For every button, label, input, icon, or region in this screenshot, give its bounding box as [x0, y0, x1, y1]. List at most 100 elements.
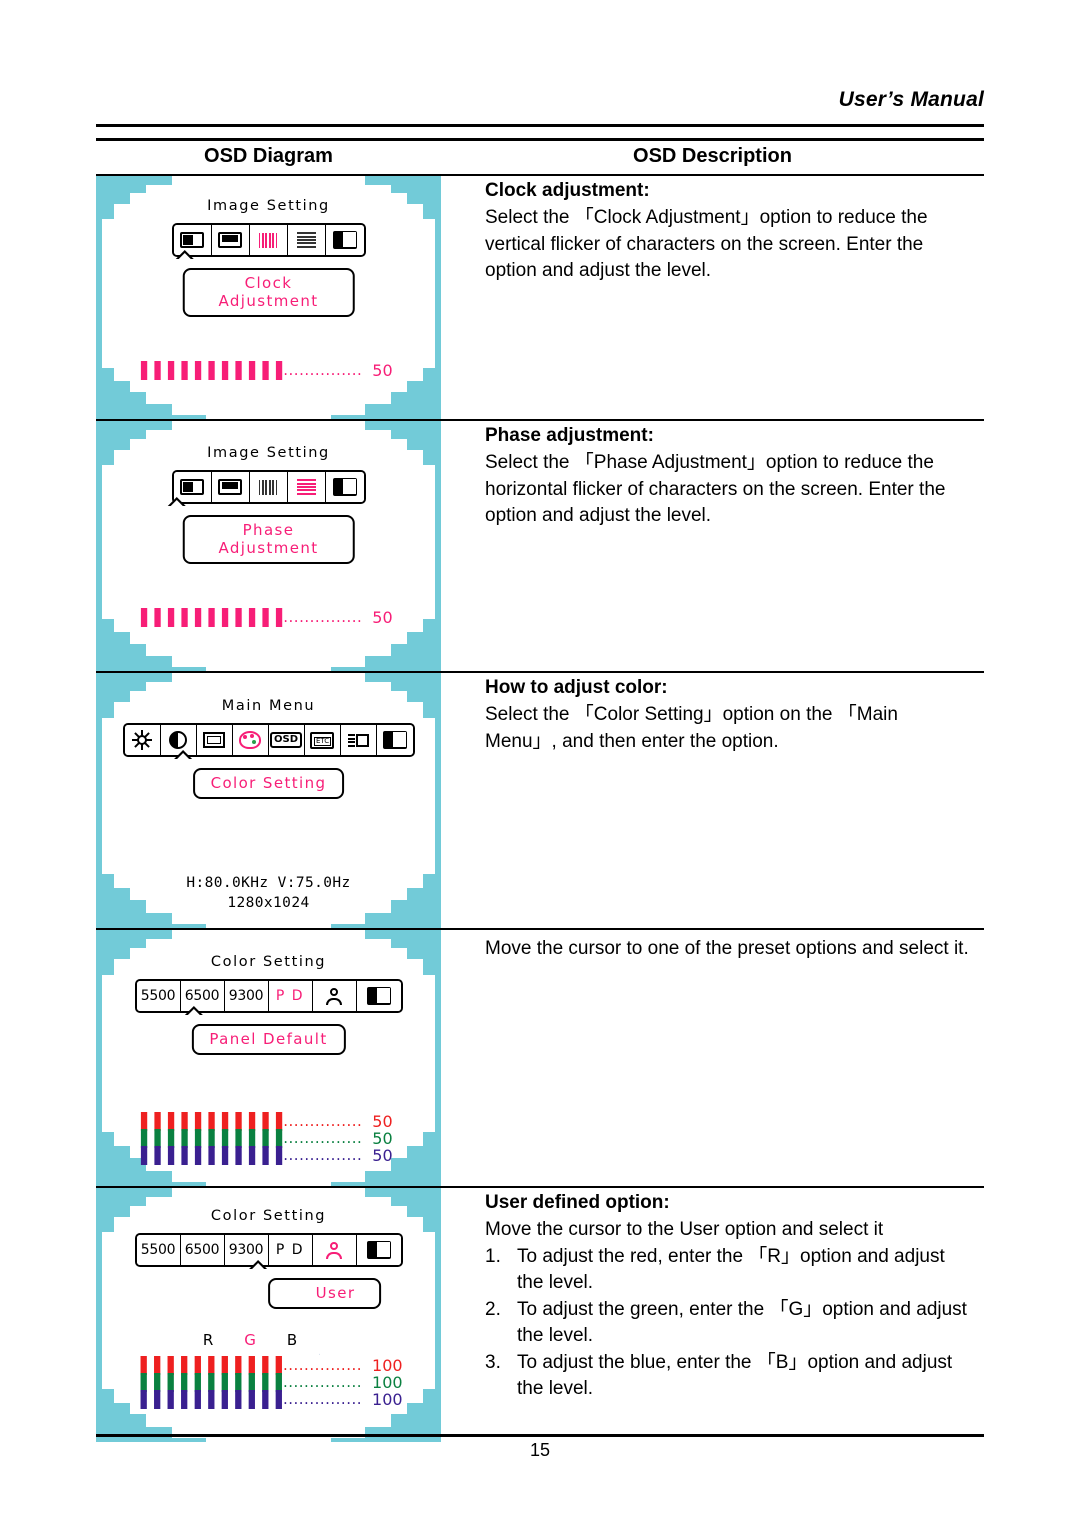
user-icon[interactable]: [312, 981, 357, 1011]
clock-icon[interactable]: [249, 225, 288, 255]
slider-dots: ...............: [282, 1356, 363, 1374]
v-position-icon[interactable]: [211, 472, 250, 502]
osd-panel-clock: Image Setting 🚶 Clock Adjustment ▐▐▐▐▐▐▐…: [96, 176, 441, 419]
slider-dots: ...............: [283, 361, 363, 379]
phase-icon[interactable]: [287, 225, 326, 255]
slider-row-red[interactable]: ▐▐▐▐▐▐▐▐▐▐▐............... 50: [96, 1112, 441, 1131]
list-item-number: 2.: [485, 1298, 501, 1320]
osd-description-cell: How to adjust color: Select the 「Color S…: [441, 673, 984, 928]
slider-ticks: ▐▐▐▐▐▐▐▐▐▐▐: [134, 1129, 284, 1148]
slider-dots: ...............: [283, 1129, 363, 1147]
osd-icon-row[interactable]: 5500 6500 9300 P D 🚶: [134, 1233, 403, 1267]
slider-ticks: ▐▐▐▐▐▐▐▐▐▐▐: [134, 361, 284, 380]
slider-row-blue[interactable]: ▐▐▐▐▐▐▐▐▐▐▐............... 50: [96, 1146, 441, 1165]
table-column-headers: OSD Diagram OSD Description: [96, 141, 984, 174]
phase-icon[interactable]: [287, 472, 326, 502]
osd-panel-color-setting: Color Setting 5500 6500 9300 P D 🚶 Panel…: [96, 930, 441, 1186]
exit-icon[interactable]: 🚶: [356, 1235, 401, 1265]
slider-value: 100: [372, 1390, 403, 1409]
image-size-icon[interactable]: [196, 725, 233, 755]
slider-row[interactable]: ▐▐▐▐▐▐▐▐▐▐▐............... 50: [96, 361, 441, 380]
slider-ticks: ▐▐▐▐▐▐▐▐▐▐▐: [134, 1390, 283, 1409]
exit-icon[interactable]: 🚶: [356, 981, 401, 1011]
osd-icon-row[interactable]: 5500 6500 9300 P D 🚶: [134, 979, 403, 1013]
osd-panel-user: Color Setting 5500 6500 9300 P D 🚶 User …: [96, 1188, 441, 1442]
manual-title: User’s Manual: [838, 88, 984, 111]
preset-5500-button[interactable]: 5500: [136, 981, 181, 1011]
user-icon[interactable]: [312, 1235, 357, 1265]
slider-ticks: ▐▐▐▐▐▐▐▐▐▐▐: [134, 1373, 283, 1392]
osd-panel-phase: Image Setting 🚶 Phase Adjustment ▐▐▐▐▐▐▐…: [96, 421, 441, 671]
exit-icon[interactable]: 🚶: [325, 472, 364, 502]
channel-r-label[interactable]: R: [203, 1331, 214, 1349]
clock-icon[interactable]: [249, 472, 288, 502]
osd-selected-label: User: [267, 1278, 382, 1309]
description-body: Select the 「Color Setting」option on the …: [485, 704, 898, 752]
exit-icon[interactable]: 🚶: [376, 725, 413, 755]
column-header-osd-diagram: OSD Diagram: [204, 145, 333, 167]
slider-value: 50: [372, 1112, 393, 1131]
frequency-line: H:80.0KHz V:75.0Hz: [186, 875, 351, 891]
osd-icon-row[interactable]: 🚶: [171, 223, 366, 257]
description-body: Move the cursor to the User option and s…: [485, 1219, 884, 1240]
list-item-number: 3.: [485, 1351, 501, 1373]
description-steps: 1. To adjust the red, enter the 「R」option…: [485, 1244, 972, 1403]
list-item-text: To adjust the red, enter the 「R」option a…: [517, 1245, 945, 1294]
osd-icon-row[interactable]: OSD ETC 🚶: [122, 723, 415, 757]
osd-selected-label: Panel Default: [191, 1024, 346, 1055]
osd-title: Image Setting: [207, 445, 330, 461]
slider-value: 50: [372, 1146, 393, 1165]
preset-6500-button[interactable]: 6500: [180, 1235, 225, 1265]
slider-row-blue[interactable]: ▐▐▐▐▐▐▐▐▐▐▐............... 100: [96, 1390, 441, 1409]
osd-diagram-cell: Color Setting 5500 6500 9300 P D 🚶: [96, 930, 441, 1186]
osd-diagram-cell: Image Setting 🚶: [96, 176, 441, 419]
list-item-text: To adjust the blue, enter the 「B」option …: [517, 1351, 953, 1400]
slider-value: 50: [372, 608, 393, 627]
v-position-icon[interactable]: [211, 225, 250, 255]
exit-icon[interactable]: 🚶: [325, 225, 364, 255]
slider-dots: ...............: [282, 1390, 363, 1408]
description-title: Clock adjustment:: [485, 180, 650, 201]
preset-panel-default-button[interactable]: P D: [268, 1235, 313, 1265]
osd-icon-row[interactable]: 🚶: [171, 470, 366, 504]
table-row: Color Setting 5500 6500 9300 P D 🚶: [96, 1188, 984, 1442]
description-title: User defined option:: [485, 1192, 670, 1213]
channel-g-label[interactable]: G: [244, 1331, 257, 1349]
osd-diagram-cell: Color Setting 5500 6500 9300 P D 🚶: [96, 1188, 441, 1442]
osd-description-cell: User defined option: Move the cursor to …: [441, 1188, 984, 1442]
slider-row-red[interactable]: ▐▐▐▐▐▐▐▐▐▐▐............... 100: [96, 1356, 441, 1375]
list-item: 1. To adjust the red, enter the 「R」option…: [485, 1244, 972, 1297]
resolution-line: 1280x1024: [227, 895, 310, 911]
osd-diagram-cell: Image Setting 🚶: [96, 421, 441, 671]
slider-row-green[interactable]: ▐▐▐▐▐▐▐▐▐▐▐............... 100: [96, 1373, 441, 1392]
osd-title: Color Setting: [210, 954, 327, 970]
table-row: Image Setting 🚶: [96, 176, 984, 419]
list-item: 3. To adjust the blue, enter the 「B」optio…: [485, 1350, 972, 1403]
description-body: Select the 「Clock Adjustment」option to r…: [485, 207, 928, 281]
list-item-number: 1.: [485, 1245, 501, 1267]
etc-icon[interactable]: ETC: [304, 725, 341, 755]
osd-selected-label: Color Setting: [192, 768, 345, 799]
channel-b-label[interactable]: B: [287, 1331, 298, 1349]
list-item-text: To adjust the green, enter the 「G」option…: [517, 1298, 967, 1347]
slider-ticks: ▐▐▐▐▐▐▐▐▐▐▐: [134, 608, 284, 627]
preset-5500-button[interactable]: 5500: [136, 1235, 181, 1265]
information-icon[interactable]: [340, 725, 377, 755]
slider-row[interactable]: ▐▐▐▐▐▐▐▐▐▐▐............... 50: [96, 608, 441, 627]
color-palette-icon[interactable]: [232, 725, 269, 755]
osd-diagram-cell: Main Menu OSD ETC 🚶 Color Setting H:80.0…: [96, 673, 441, 928]
brightness-icon[interactable]: [124, 725, 161, 755]
rgb-channel-row[interactable]: R G B 🚶: [96, 1331, 441, 1354]
list-item: 2. To adjust the green, enter the 「G」opti…: [485, 1297, 972, 1350]
preset-panel-default-button[interactable]: P D: [268, 981, 313, 1011]
osd-description-cell: Move the cursor to one of the preset opt…: [441, 930, 984, 1186]
table-row: Color Setting 5500 6500 9300 P D 🚶: [96, 930, 984, 1186]
slider-value: 100: [372, 1356, 403, 1375]
osd-icon[interactable]: OSD: [268, 725, 305, 755]
description-title: How to adjust color:: [485, 677, 668, 698]
osd-title: Main Menu: [221, 698, 316, 714]
slider-value: 100: [372, 1373, 403, 1392]
slider-dots: ...............: [283, 1146, 363, 1164]
slider-row-green[interactable]: ▐▐▐▐▐▐▐▐▐▐▐............... 50: [96, 1129, 441, 1148]
preset-9300-button[interactable]: 9300: [224, 981, 269, 1011]
